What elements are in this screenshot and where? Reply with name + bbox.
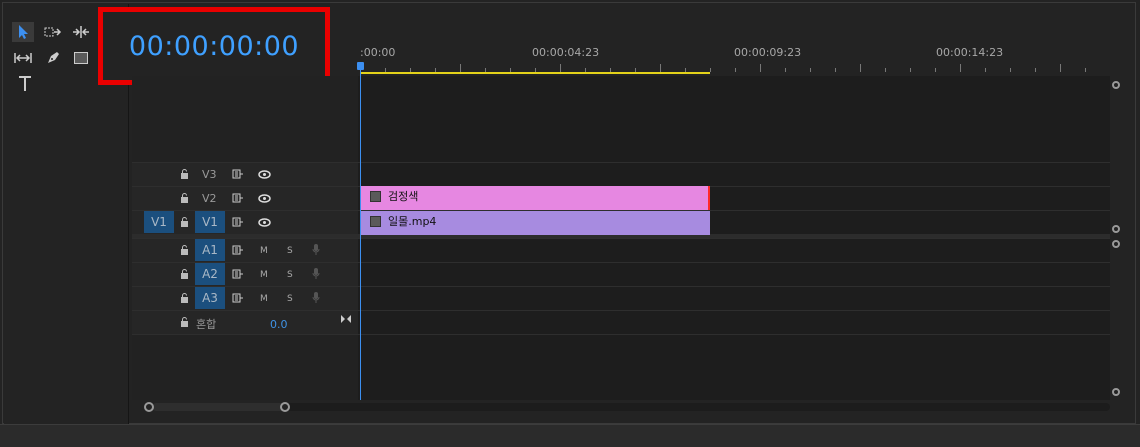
ruler-tick bbox=[560, 64, 561, 72]
track-target-v1[interactable]: V1 bbox=[195, 211, 225, 233]
fx-badge-icon bbox=[370, 191, 381, 202]
rectangle-tool-icon[interactable] bbox=[70, 48, 92, 68]
track-target-a2[interactable]: A2 bbox=[195, 263, 225, 285]
timecode-highlight-box: 00:00:00:00 bbox=[98, 7, 330, 85]
sync-lock-icon[interactable] bbox=[232, 293, 244, 303]
clip-name: 검정색 bbox=[388, 190, 419, 203]
sync-lock-icon[interactable] bbox=[232, 269, 244, 279]
audio-scroll-bottom-knob[interactable] bbox=[1112, 388, 1120, 396]
mic-icon[interactable] bbox=[312, 291, 320, 304]
go-to-end-icon[interactable] bbox=[340, 314, 352, 324]
clip-black-video[interactable]: 검정색 bbox=[360, 186, 710, 210]
eye-icon[interactable] bbox=[258, 194, 271, 203]
clip-sunset-video[interactable]: 일몰.mp4 bbox=[360, 211, 710, 235]
sync-lock-icon[interactable] bbox=[232, 193, 244, 203]
mix-volume-value[interactable]: 0.0 bbox=[270, 318, 288, 331]
source-patch-v1[interactable]: V1 bbox=[144, 211, 174, 233]
ruler-label: 00:00:14:23 bbox=[936, 46, 1004, 59]
solo-button[interactable]: S bbox=[287, 246, 293, 256]
work-area-bar[interactable] bbox=[360, 72, 710, 74]
lock-icon[interactable] bbox=[180, 245, 189, 255]
playhead-line[interactable] bbox=[360, 70, 361, 400]
track-bottom-line bbox=[132, 334, 1110, 335]
pen-tool-icon[interactable] bbox=[42, 48, 64, 68]
ruler-tick bbox=[835, 68, 836, 72]
mic-icon[interactable] bbox=[312, 243, 320, 256]
time-ruler[interactable]: :00:00 00:00:04:23 00:00:09:23 00:00:14:… bbox=[357, 38, 1108, 76]
track-target-a3[interactable]: A3 bbox=[195, 287, 225, 309]
fx-badge-icon bbox=[370, 216, 381, 227]
playhead-timecode[interactable]: 00:00:00:00 bbox=[129, 31, 299, 62]
track-label-v2[interactable]: V2 bbox=[202, 192, 217, 205]
mix-track-label: 혼합 bbox=[196, 318, 217, 331]
ruler-tick bbox=[1010, 68, 1011, 72]
ruler-tick bbox=[660, 64, 661, 72]
zoom-left-handle[interactable] bbox=[144, 402, 154, 412]
video-scroll-top-knob[interactable] bbox=[1112, 81, 1120, 89]
ripple-edit-icon[interactable] bbox=[70, 22, 92, 42]
ruler-tick bbox=[860, 64, 861, 72]
mic-icon[interactable] bbox=[312, 267, 320, 280]
solo-button[interactable]: S bbox=[287, 294, 293, 304]
video-scroll-bottom-knob[interactable] bbox=[1112, 225, 1120, 233]
clip-name: 일몰.mp4 bbox=[388, 215, 437, 228]
sync-lock-icon[interactable] bbox=[232, 245, 244, 255]
ruler-tick bbox=[810, 68, 811, 72]
mute-button[interactable]: M bbox=[260, 270, 268, 280]
sync-lock-icon[interactable] bbox=[232, 217, 244, 227]
slip-tool-icon[interactable] bbox=[12, 48, 34, 68]
ruler-label: 00:00:09:23 bbox=[734, 46, 802, 59]
timeline-panel: 00:00:00:00 :00:00 00:00:04:23 00:00:09:… bbox=[0, 0, 1140, 447]
ruler-tick bbox=[910, 68, 911, 72]
track-row-a1 bbox=[132, 238, 1110, 262]
lock-icon[interactable] bbox=[180, 217, 189, 227]
track-row-a2 bbox=[132, 262, 1110, 286]
type-tool-icon[interactable] bbox=[14, 74, 36, 94]
audio-scroll-top-knob[interactable] bbox=[1112, 240, 1120, 248]
ruler-label: 00:00:04:23 bbox=[532, 46, 600, 59]
track-label-v3[interactable]: V3 bbox=[202, 168, 217, 181]
solo-button[interactable]: S bbox=[287, 270, 293, 280]
track-target-a1[interactable]: A1 bbox=[195, 239, 225, 261]
track-select-forward-icon[interactable] bbox=[42, 22, 64, 42]
horizontal-zoom-scrollbar[interactable] bbox=[142, 400, 1110, 414]
mute-button[interactable]: M bbox=[260, 246, 268, 256]
eye-icon[interactable] bbox=[258, 170, 271, 179]
ruler-tick bbox=[460, 64, 461, 72]
sync-lock-icon[interactable] bbox=[232, 169, 244, 179]
ruler-tick bbox=[785, 68, 786, 72]
lock-icon[interactable] bbox=[180, 169, 189, 179]
lock-icon[interactable] bbox=[180, 193, 189, 203]
ruler-tick bbox=[710, 68, 711, 72]
eye-icon[interactable] bbox=[258, 218, 271, 227]
ruler-tick bbox=[1085, 68, 1086, 72]
playhead-handle[interactable] bbox=[357, 62, 364, 70]
ruler-tick bbox=[760, 64, 761, 72]
ruler-tick bbox=[1035, 68, 1036, 72]
ruler-tick bbox=[1060, 64, 1061, 72]
lock-icon[interactable] bbox=[180, 269, 189, 279]
mute-button[interactable]: M bbox=[260, 294, 268, 304]
ruler-label: :00:00 bbox=[360, 46, 396, 59]
lock-icon[interactable] bbox=[180, 293, 189, 303]
lock-icon[interactable] bbox=[180, 317, 189, 327]
ruler-tick bbox=[885, 68, 886, 72]
track-row-a3 bbox=[132, 286, 1110, 310]
zoom-scroll-thumb[interactable] bbox=[152, 403, 286, 411]
ruler-tick bbox=[960, 64, 961, 72]
selection-tool-icon[interactable] bbox=[12, 22, 34, 42]
ruler-tick bbox=[735, 68, 736, 72]
ruler-tick bbox=[935, 68, 936, 72]
track-row-v3 bbox=[132, 162, 1110, 186]
ruler-tick bbox=[985, 68, 986, 72]
status-strip bbox=[0, 424, 1140, 447]
zoom-right-handle[interactable] bbox=[280, 402, 290, 412]
